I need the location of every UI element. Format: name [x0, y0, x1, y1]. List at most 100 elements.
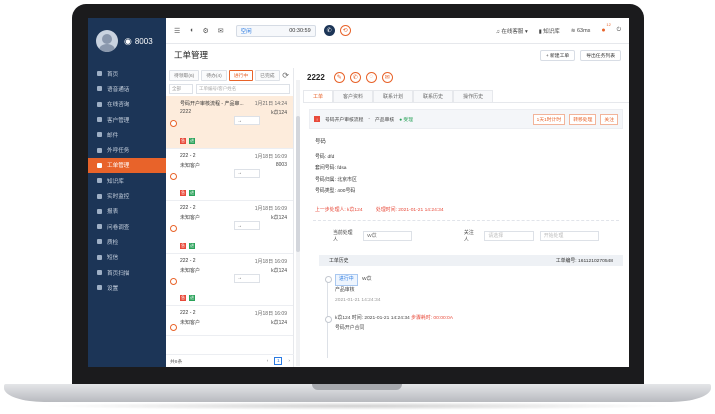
sidebar-item-sms[interactable]: 短信 [88, 250, 166, 265]
notification-bell[interactable]: ● 12 [601, 22, 610, 34]
assign-select[interactable]: → [234, 116, 260, 125]
ticket-list-panel: 待领取(6) 待办(4) 进行中 已完成 ⟳ 全部 工单编号/客户姓名 号码开户… [166, 68, 294, 367]
item-time: 1月18日 16:09 [254, 311, 287, 317]
volume-icon[interactable]: ◖ [189, 27, 193, 35]
call-button[interactable]: ✆ [323, 25, 335, 36]
sidebar-item-home[interactable]: 首页 [88, 66, 166, 81]
sidebar-item-settings[interactable]: 设置 [88, 280, 166, 295]
status-icon: 进 [189, 190, 195, 196]
tab-in-progress[interactable]: 进行中 [228, 69, 254, 81]
scrollbar-thumb[interactable] [296, 116, 300, 252]
tab-contact-plan[interactable]: 联系计划 [373, 90, 414, 102]
follower-select[interactable]: 请选择 [484, 230, 534, 241]
previous-handler: 上一步处理人: k苡124 处理时间: 2021-01-21 14:24:34 [303, 206, 629, 213]
mail-icon[interactable]: ✉ [381, 71, 393, 83]
phone-icon[interactable]: ✆ [349, 71, 361, 83]
edit-icon[interactable]: ✎ [333, 71, 345, 83]
list-search: 全部 工单编号/客户姓名 [166, 82, 293, 96]
follow-button[interactable]: 关注 [600, 113, 618, 125]
status-dot [170, 172, 177, 180]
online-status[interactable]: ♫ 在线客服 ▾ [496, 27, 528, 35]
transfer-button[interactable]: 转移处理 [569, 113, 597, 125]
sidebar-item-label: 报表 [107, 209, 119, 216]
bell-icon: ● [601, 27, 606, 34]
prev-page-icon[interactable]: ‹ [267, 359, 269, 364]
status-timer: 00:30:59 [289, 27, 311, 34]
sidebar-item-scan[interactable]: 首页扫描 [88, 265, 166, 280]
list-item[interactable]: 号码开户审核流程 - 产品审... 1月21日 14:24 2222 k苡124 →… [166, 96, 293, 149]
tab-contact-history[interactable]: 联系历史 [413, 90, 454, 102]
sidebar-item-label: 邮件 [107, 132, 119, 139]
tab-ticket[interactable]: 工单 [303, 90, 334, 102]
export-button[interactable]: 导出任务列表 [580, 49, 621, 61]
sidebar-item-customers[interactable]: 客户管理 [88, 112, 166, 127]
toolbar-icons: ☰ ◖ ⚙ ✉ [166, 27, 224, 35]
ticket-detail: 2222 ✎ ✆ ◌ ✉ 工单 客户资料 联系计划 联系历史 操作历史 ! 号码… [303, 68, 629, 367]
sidebar-item-tickets[interactable]: 工单管理 [88, 157, 166, 174]
laptop-shadow [40, 402, 675, 410]
sidebar-item-survey[interactable]: 问卷调查 [88, 219, 166, 234]
search-input[interactable]: 工单编号/客户姓名 [196, 84, 290, 94]
list-item[interactable]: 222 - 2 1月18日 16:09 未知客户 k苡124 → 急进 [166, 254, 293, 306]
start-handling-select[interactable]: 开始处理 [539, 230, 599, 241]
sidebar-item-label: 质检 [107, 239, 119, 246]
message-icon[interactable]: ✉ [218, 27, 224, 35]
item-owner: k苡124 [271, 110, 287, 116]
sidebar-item-monitor[interactable]: 实时监控 [88, 188, 166, 203]
scan-icon [97, 270, 102, 275]
tab-todo[interactable]: 待办(4) [201, 69, 227, 81]
total-count: 共8条 [170, 359, 183, 365]
item-title: 222 - 2 [180, 257, 196, 264]
kb-link[interactable]: ▮ 知识库 [539, 27, 560, 35]
status-dot [170, 225, 177, 232]
new-ticket-button[interactable]: + 新建工单 [539, 49, 576, 61]
power-icon[interactable]: ⏻ [617, 27, 621, 34]
sidebar-item-qa[interactable]: 质检 [88, 234, 166, 249]
sidebar-item-mail[interactable]: 邮件 [88, 127, 166, 142]
bell-badge: 12 [606, 22, 611, 27]
ticket-number: 2222 [307, 72, 325, 82]
tab-done[interactable]: 已完成 [255, 69, 280, 81]
settings-icon[interactable]: ⚙ [203, 27, 209, 35]
tab-to-claim[interactable]: 待领取(6) [169, 69, 200, 81]
list-item[interactable]: 222 - 2 1月18日 16:09 未知客户 k苡124 → 急进 [166, 201, 293, 254]
assignee-select[interactable]: W苡 [363, 230, 413, 241]
sidebar-item-label: 工单管理 [107, 163, 130, 170]
item-number: 未知客户 [180, 267, 201, 274]
transfer-button[interactable]: ⟲ [339, 25, 351, 36]
topbar: ☰ ◖ ⚙ ✉ 空闲 00:30:59 ✆ ⟲ ♫ 在线客服 ▾ ▮ 知识库 ≋… [166, 18, 629, 44]
tab-operation-history[interactable]: 操作历史 [453, 90, 494, 102]
next-page-icon[interactable]: › [288, 359, 290, 364]
transfer-icon: ⟲ [342, 28, 348, 34]
assign-select[interactable]: → [234, 168, 260, 178]
sidebar-item-knowledge[interactable]: 知识库 [88, 173, 166, 188]
priority-icon: 急 [180, 242, 186, 249]
filter-select[interactable]: 全部 [169, 84, 193, 94]
ticket-fields: 号码 号码: dfd 套间号码: fdsa 号码归属: 北京市区 号码类型: 4… [303, 129, 629, 206]
chat-icon[interactable]: ◌ [365, 71, 377, 83]
timeline-node: k苡124 时间: 2021-01-21 14:24:34 步骤耗时: 00:0… [325, 314, 629, 334]
refresh-icon[interactable]: ⟳ [282, 71, 289, 80]
ticket-icon [97, 162, 102, 168]
item-title: 222 - 2 [180, 152, 196, 159]
sidebar-item-label: 首页 [107, 71, 119, 78]
sidebar-item-outbound[interactable]: 外呼任务 [88, 142, 166, 157]
eye-icon[interactable]: ◉ [124, 36, 132, 47]
sidebar-item-online-chat[interactable]: 在线咨询 [88, 97, 166, 112]
sidebar-item-reports[interactable]: 报表 [88, 204, 166, 219]
priority-icon: 急 [180, 190, 186, 196]
sidebar-item-voice-call[interactable]: 语音通话 [88, 81, 166, 96]
assign-select[interactable]: → [234, 221, 260, 230]
agent-status: 空闲 [240, 28, 252, 35]
agent-status-select[interactable]: 空闲 00:30:59 [235, 24, 316, 37]
current-page[interactable]: 1 [274, 357, 283, 365]
list-item[interactable]: 222 - 2 1月18日 16:09 未知客户 8003 → 急进 [166, 149, 293, 201]
tab-customer[interactable]: 客户资料 [333, 90, 374, 102]
list-scrollbar[interactable] [296, 80, 300, 366]
list-item[interactable]: 222 - 2 1月18日 16:09 未知客户 k苡124 [166, 306, 293, 336]
avatar[interactable] [96, 30, 118, 52]
extension-info: ◉ 8003 [124, 36, 153, 47]
menu-icon[interactable]: ☰ [174, 27, 180, 35]
assign-select[interactable]: → [234, 273, 260, 283]
laptop-frame: ◉ 8003 首页 语音通话 在线咨询 客户管理 邮件 外呼任务 工单管理 知识… [0, 0, 715, 414]
